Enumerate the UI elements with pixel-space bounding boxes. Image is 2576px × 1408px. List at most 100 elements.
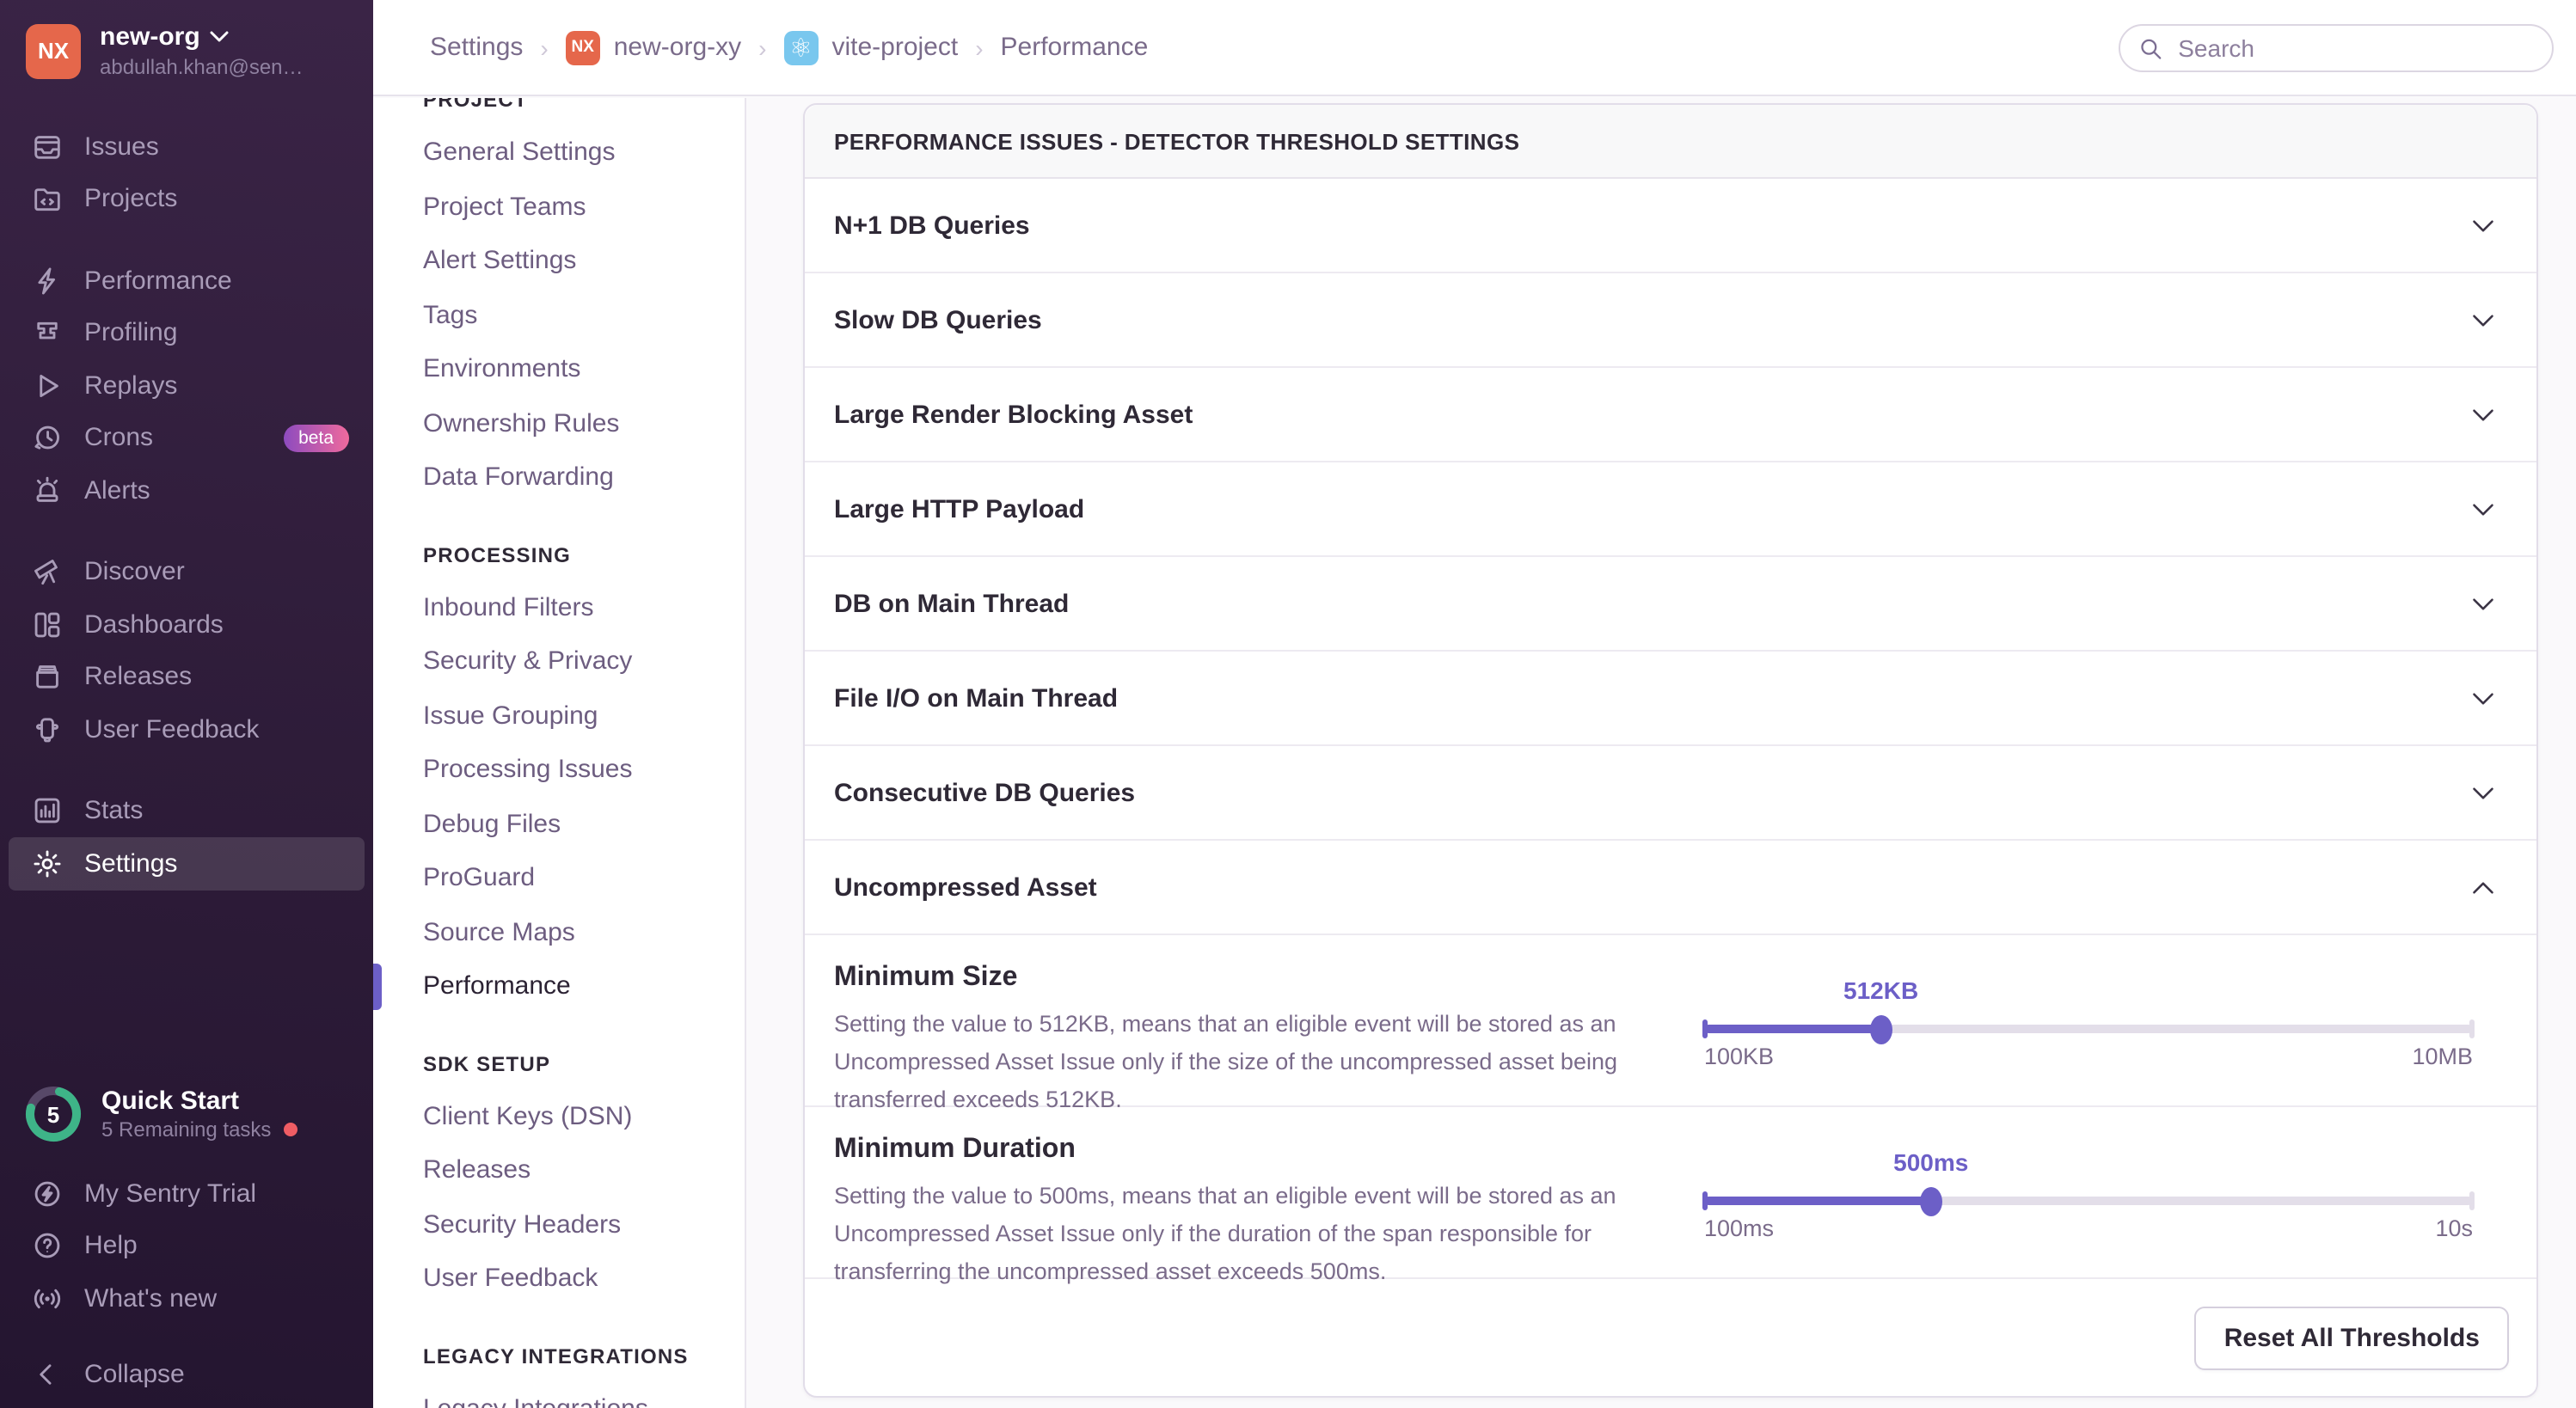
settings-nav-item-tags[interactable]: Tags bbox=[423, 288, 745, 342]
settings-nav-item-ownership-rules[interactable]: Ownership Rules bbox=[423, 396, 745, 450]
breadcrumb-settings[interactable]: Settings bbox=[430, 33, 523, 62]
breadcrumb-label: Settings bbox=[430, 33, 523, 62]
detector-row-large-http-payload[interactable]: Large HTTP Payload bbox=[805, 462, 2536, 557]
breadcrumb-vite-project[interactable]: ⚛vite-project bbox=[783, 30, 958, 64]
panel-title: PERFORMANCE ISSUES - DETECTOR THRESHOLD … bbox=[805, 105, 2536, 179]
minimum-duration-slider: 500ms100ms10s bbox=[1704, 1148, 2473, 1245]
breadcrumb-performance[interactable]: Performance bbox=[1001, 33, 1149, 62]
quick-start[interactable]: 5 Quick Start 5 Remaining tasks bbox=[0, 1085, 373, 1143]
sidebar-item-label: Dashboards bbox=[84, 610, 224, 640]
settings-nav-item-client-keys-dsn-[interactable]: Client Keys (DSN) bbox=[423, 1089, 745, 1143]
settings-nav-item-data-forwarding[interactable]: Data Forwarding bbox=[423, 450, 745, 505]
slider-min-label: 100ms bbox=[1704, 1215, 1774, 1241]
settings-nav-item-legacy-integrations[interactable]: Legacy Integrations bbox=[423, 1381, 745, 1408]
sidebar-item-settings[interactable]: Settings bbox=[9, 837, 365, 890]
stats-icon bbox=[29, 794, 64, 829]
settings-nav-item-inbound-filters[interactable]: Inbound Filters bbox=[423, 580, 745, 634]
reset-all-thresholds-button[interactable]: Reset All Thresholds bbox=[2195, 1306, 2509, 1369]
detector-row-file-i-o-on-main-thread[interactable]: File I/O on Main Thread bbox=[805, 652, 2536, 746]
sidebar-item-label: Performance bbox=[84, 266, 232, 296]
slider-max-cap bbox=[2469, 1019, 2475, 1038]
settings-nav-item-proguard[interactable]: ProGuard bbox=[423, 851, 745, 905]
collapse-label: Collapse bbox=[84, 1361, 185, 1390]
org-badge: NX bbox=[566, 30, 600, 64]
settings-nav-item-issue-grouping[interactable]: Issue Grouping bbox=[423, 689, 745, 743]
sidebar-item-label: Crons bbox=[84, 424, 153, 453]
sidebar-item-label: Projects bbox=[84, 185, 177, 214]
settings-nav-item-security-privacy[interactable]: Security & Privacy bbox=[423, 634, 745, 689]
slider-value: 512KB bbox=[1843, 976, 1918, 1004]
settings-nav-item-user-feedback[interactable]: User Feedback bbox=[423, 1252, 745, 1306]
chevron-down-icon bbox=[2471, 785, 2495, 800]
chevron-down-icon bbox=[2471, 596, 2495, 611]
slider-fill bbox=[1704, 1025, 1881, 1033]
settings-nav-item-processing-issues[interactable]: Processing Issues bbox=[423, 743, 745, 797]
crons-icon bbox=[29, 421, 64, 456]
sidebar-item-replays[interactable]: Replays bbox=[0, 359, 373, 412]
org-name: new-org bbox=[100, 22, 200, 52]
settings-nav: PROJECT General SettingsProject TeamsAler… bbox=[373, 98, 746, 1408]
detector-row-label: N+1 DB Queries bbox=[834, 211, 1030, 240]
settings-icon bbox=[29, 847, 64, 881]
top-bar: Settings›NXnew-org-xy›⚛vite-project›Perf… bbox=[373, 0, 2576, 96]
settings-nav-item-environments[interactable]: Environments bbox=[423, 342, 745, 396]
breadcrumb-separator: › bbox=[758, 34, 766, 61]
search-input[interactable] bbox=[2174, 33, 2533, 64]
react-icon: ⚛ bbox=[783, 30, 818, 64]
sidebar-item-help[interactable]: Help bbox=[0, 1220, 373, 1272]
sidebar-item-profiling[interactable]: Profiling bbox=[0, 307, 373, 359]
sidebar-item-issues[interactable]: Issues bbox=[0, 120, 373, 173]
breadcrumb: Settings›NXnew-org-xy›⚛vite-project›Perf… bbox=[430, 30, 1148, 64]
detector-row-uncompressed-asset[interactable]: Uncompressed Asset bbox=[805, 841, 2536, 935]
sidebar-item-label: Replays bbox=[84, 371, 177, 401]
sidebar-item-label: Alerts bbox=[84, 476, 150, 505]
sidebar-item-stats[interactable]: Stats bbox=[0, 785, 373, 837]
search-box[interactable] bbox=[2119, 24, 2554, 72]
sidebar-item-crons[interactable]: Cronsbeta bbox=[0, 412, 373, 464]
detector-row-large-render-blocking-asset[interactable]: Large Render Blocking Asset bbox=[805, 368, 2536, 462]
chevron-up-icon bbox=[2471, 879, 2495, 895]
settings-nav-item-general-settings[interactable]: General Settings bbox=[423, 125, 745, 180]
settings-nav-item-security-headers[interactable]: Security Headers bbox=[423, 1197, 745, 1252]
sidebar-item-label: Settings bbox=[84, 849, 177, 878]
detector-row-label: DB on Main Thread bbox=[834, 589, 1069, 618]
collapse-button[interactable]: Collapse bbox=[0, 1349, 373, 1401]
org-avatar: NX bbox=[26, 23, 81, 78]
sidebar-item-dashboards[interactable]: Dashboards bbox=[0, 598, 373, 651]
settings-nav-item-debug-files[interactable]: Debug Files bbox=[423, 797, 745, 851]
trial-icon bbox=[29, 1177, 64, 1211]
sidebar-item-what-s-new[interactable]: What's new bbox=[0, 1272, 373, 1325]
detector-row-db-on-main-thread[interactable]: DB on Main Thread bbox=[805, 557, 2536, 652]
breadcrumb-new-org-xy[interactable]: NXnew-org-xy bbox=[566, 30, 741, 64]
sidebar-item-performance[interactable]: Performance bbox=[0, 254, 373, 307]
breadcrumb-label: Performance bbox=[1001, 33, 1149, 62]
sidebar-item-releases[interactable]: Releases bbox=[0, 651, 373, 703]
settings-nav-item-project-teams[interactable]: Project Teams bbox=[423, 180, 745, 234]
detector-row-slow-db-queries[interactable]: Slow DB Queries bbox=[805, 273, 2536, 368]
alerts-icon bbox=[29, 474, 64, 508]
minimum-size-slider: 512KB100KB10MB bbox=[1704, 976, 2473, 1073]
settings-section-project: PROJECT bbox=[423, 98, 745, 115]
discover-icon bbox=[29, 555, 64, 590]
slider-thumb[interactable] bbox=[1920, 1186, 1942, 1215]
settings-nav-item-alert-settings[interactable]: Alert Settings bbox=[423, 234, 745, 288]
settings-nav-item-source-maps[interactable]: Source Maps bbox=[423, 905, 745, 959]
slider-thumb[interactable] bbox=[1870, 1014, 1892, 1044]
breadcrumb-separator: › bbox=[975, 34, 983, 61]
sidebar-item-alerts[interactable]: Alerts bbox=[0, 464, 373, 517]
org-switcher[interactable]: NX new-org abdullah.khan@sen… bbox=[0, 0, 373, 79]
quick-start-progress-ring: 5 bbox=[24, 1085, 83, 1143]
chevron-down-icon bbox=[2471, 690, 2495, 706]
slider-value: 500ms bbox=[1893, 1148, 1968, 1176]
sidebar-item-my-sentry-trial[interactable]: My Sentry Trial bbox=[0, 1167, 373, 1220]
slider-min-label: 100KB bbox=[1704, 1044, 1774, 1069]
sidebar-item-projects[interactable]: Projects bbox=[0, 173, 373, 225]
detector-row-n-1-db-queries[interactable]: N+1 DB Queries bbox=[805, 179, 2536, 273]
detector-row-consecutive-db-queries[interactable]: Consecutive DB Queries bbox=[805, 746, 2536, 841]
org-email: abdullah.khan@sen… bbox=[100, 55, 304, 79]
settings-nav-item-performance[interactable]: Performance bbox=[423, 959, 745, 1013]
settings-nav-item-releases[interactable]: Releases bbox=[423, 1143, 745, 1197]
sidebar-item-discover[interactable]: Discover bbox=[0, 546, 373, 598]
sidebar-item-user-feedback[interactable]: User Feedback bbox=[0, 703, 373, 756]
chevron-down-icon bbox=[2471, 312, 2495, 328]
